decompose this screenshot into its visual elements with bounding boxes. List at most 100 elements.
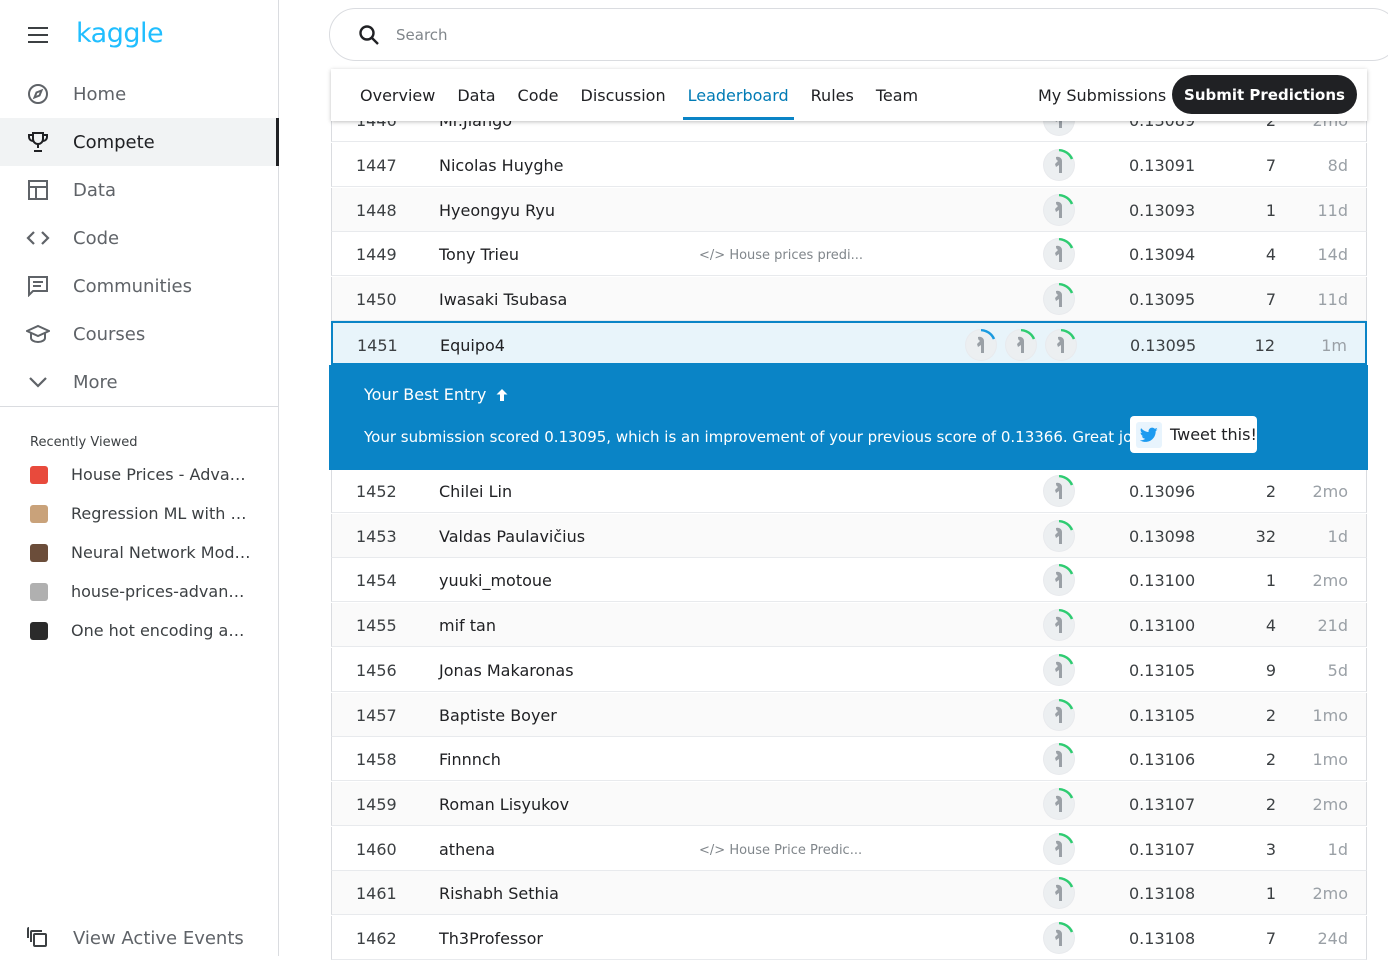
- avatar-icon[interactable]: [1043, 149, 1075, 181]
- last-submission-cell: 8d: [1327, 156, 1348, 175]
- recently-viewed-item[interactable]: Neural Network Model ...: [0, 533, 279, 572]
- rank-cell: 1457: [356, 705, 397, 725]
- team-name-link[interactable]: Th3Professor: [439, 929, 543, 948]
- sidebar-item-compete[interactable]: Compete: [0, 118, 279, 166]
- code-icon: </>: [699, 842, 730, 858]
- entries-cell: 9: [1265, 660, 1276, 680]
- tab-team[interactable]: Team: [876, 69, 918, 121]
- last-submission-cell: 11d: [1317, 200, 1348, 220]
- events-icon: [26, 926, 50, 950]
- rank-cell: 1452: [356, 482, 397, 501]
- sidebar-item-label: Code: [73, 227, 120, 249]
- avatar-icon[interactable]: [1043, 609, 1075, 642]
- my-submissions-link[interactable]: My Submissions: [1038, 69, 1166, 121]
- competition-tabs: Overview Data Code Discussion Leaderboard Rul…: [331, 69, 1367, 121]
- tab-code[interactable]: Code: [518, 69, 559, 121]
- avatar-icon[interactable]: [1043, 564, 1075, 597]
- school-icon: [26, 322, 50, 346]
- avatar-icon[interactable]: [1043, 475, 1075, 507]
- submit-predictions-button[interactable]: Submit Predictions: [1172, 75, 1357, 114]
- team-name-link[interactable]: Hyeongyu Ryu: [439, 201, 555, 220]
- tab-data[interactable]: Data: [457, 69, 495, 121]
- notebook-label: House Price Predic...: [729, 842, 863, 858]
- sidebar-item-code[interactable]: Code: [0, 214, 279, 262]
- comment-icon: [26, 274, 50, 298]
- rank-cell: 1449: [356, 245, 397, 265]
- team-name-link[interactable]: Valdas Paulavičius: [439, 527, 585, 546]
- avatar-icon[interactable]: [1043, 283, 1075, 316]
- trophy-icon: [26, 130, 50, 154]
- avatar-icon[interactable]: [1043, 698, 1075, 731]
- entries-cell: 2: [1265, 750, 1276, 770]
- avatar-icon[interactable]: [1043, 193, 1075, 226]
- avatar-icon[interactable]: [1045, 329, 1077, 361]
- score-cell: 0.13091: [1129, 156, 1196, 175]
- team-name-link[interactable]: Nicolas Huyghe: [439, 156, 563, 175]
- avatar-icon[interactable]: [1043, 653, 1075, 686]
- entries-cell: 1: [1265, 200, 1276, 220]
- sidebar-item-label: More: [73, 371, 118, 393]
- tab-rules[interactable]: Rules: [811, 69, 854, 121]
- recently-viewed-item[interactable]: One hot encoding and ...: [0, 611, 279, 650]
- arrow-up-icon: [495, 387, 509, 406]
- notebook-link[interactable]: </> House Price Predic...: [699, 843, 862, 858]
- tab-discussion[interactable]: Discussion: [581, 69, 666, 121]
- tab-overview[interactable]: Overview: [360, 69, 435, 121]
- team-name-link[interactable]: Iwasaki Tsubasa: [439, 290, 567, 309]
- avatar-icon[interactable]: [1043, 238, 1075, 271]
- tab-leaderboard[interactable]: Leaderboard: [682, 69, 794, 121]
- avatar-icon[interactable]: [1043, 832, 1075, 865]
- recently-viewed-item[interactable]: Regression ML with Ke...: [0, 494, 279, 533]
- team-name-link[interactable]: Tony Trieu: [439, 245, 519, 264]
- tweet-button[interactable]: Tweet this!: [1130, 416, 1257, 453]
- table-row: 1448 Hyeongyu Ryu 0.13093 1 11d: [331, 187, 1367, 232]
- recently-viewed-item[interactable]: House Prices - Advanc...: [0, 455, 279, 494]
- team-name-link[interactable]: Finnnch: [439, 750, 501, 769]
- table-row: 1454 yuuki_motoue 0.13100 1 2mo: [331, 558, 1367, 603]
- table-row: 1459 Roman Lisyukov 0.13107 2 2mo: [331, 781, 1367, 826]
- team-name-link[interactable]: Baptiste Boyer: [439, 706, 557, 725]
- sidebar-item-label: Home: [73, 83, 127, 105]
- team-name-link[interactable]: Jonas Makaronas: [439, 661, 574, 680]
- avatar-icon[interactable]: [1043, 922, 1075, 954]
- recently-viewed-list: House Prices - Advanc... Regression ML wi…: [0, 455, 279, 650]
- avatar-icon[interactable]: [1043, 743, 1075, 776]
- team-name-link[interactable]: mif tan: [439, 616, 496, 635]
- team-name-link[interactable]: Chilei Lin: [439, 482, 512, 501]
- menu-icon[interactable]: [28, 27, 48, 43]
- search-input[interactable]: [396, 25, 1196, 44]
- rank-cell: 1462: [356, 929, 397, 948]
- team-name-link[interactable]: Rishabh Sethia: [439, 884, 559, 903]
- avatar-icon[interactable]: [1043, 519, 1075, 552]
- view-active-events-link[interactable]: View Active Events: [0, 914, 279, 962]
- sidebar-nav: Home Compete Data Code Communities Courses Mor…: [0, 70, 279, 406]
- recently-viewed-label: Regression ML with Ke...: [71, 504, 251, 523]
- team-name-link[interactable]: Equipo4: [440, 336, 505, 355]
- kaggle-logo[interactable]: kaggle: [76, 18, 164, 49]
- avatar-icon[interactable]: [1043, 787, 1075, 820]
- recently-viewed-item[interactable]: house-prices-advance...: [0, 572, 279, 611]
- notebook-link[interactable]: </> House prices predi...: [699, 248, 863, 263]
- avatar-icon[interactable]: [1005, 329, 1037, 361]
- sidebar-item-courses[interactable]: Courses: [0, 310, 279, 358]
- sidebar-item-label: Data: [73, 179, 116, 201]
- sidebar-item-communities[interactable]: Communities: [0, 262, 279, 310]
- last-submission-cell: 2mo: [1312, 884, 1348, 904]
- table-icon: [26, 178, 50, 202]
- avatar-icon[interactable]: [1043, 877, 1075, 910]
- table-row: 1449 Tony Trieu </> House prices predi... 0…: [331, 232, 1367, 277]
- team-name-link[interactable]: Roman Lisyukov: [439, 795, 569, 814]
- table-row: 1447 Nicolas Huyghe 0.13091 7 8d: [331, 143, 1367, 187]
- rank-cell: 1448: [356, 200, 397, 220]
- sidebar-item-data[interactable]: Data: [0, 166, 279, 214]
- sidebar-item-label: Compete: [73, 131, 155, 153]
- last-submission-cell: 1mo: [1312, 750, 1348, 770]
- team-name-link[interactable]: yuuki_motoue: [439, 571, 552, 590]
- team-name-link[interactable]: athena: [439, 840, 495, 859]
- sidebar-item-more[interactable]: More: [0, 358, 279, 406]
- recently-viewed-label: One hot encoding and ...: [71, 621, 251, 640]
- sidebar-item-home[interactable]: Home: [0, 70, 279, 118]
- avatar-icon[interactable]: [965, 329, 997, 361]
- search-bar: [329, 8, 1388, 61]
- last-submission-cell: 1d: [1327, 526, 1348, 546]
